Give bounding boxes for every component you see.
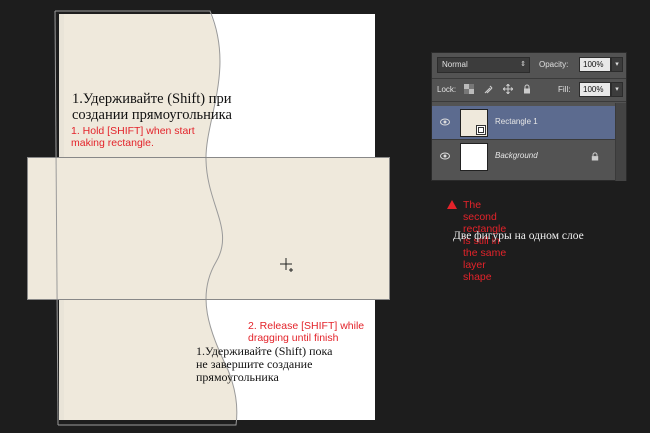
- fill-dropdown-icon[interactable]: ▾: [611, 82, 623, 97]
- lock-label: Lock:: [437, 85, 457, 94]
- opacity-input[interactable]: 100%: [579, 57, 611, 72]
- eye-visibility-icon[interactable]: [440, 152, 450, 160]
- lock-pixels-icon[interactable]: [484, 84, 494, 94]
- fill-input[interactable]: 100%: [579, 82, 611, 97]
- layer-name-background[interactable]: Background: [495, 151, 538, 160]
- lock-transparent-icon[interactable]: [464, 84, 474, 94]
- note-russian-text: Две фигуры на одном слое: [453, 230, 584, 242]
- blend-mode-select[interactable]: Normal ⇕: [437, 57, 530, 73]
- step2-russian-text: 1.Удерживайте (Shift) пока не завершите …: [196, 344, 333, 385]
- opacity-dropdown-icon[interactable]: ▾: [611, 57, 623, 72]
- warning-triangle-icon: [447, 200, 457, 209]
- lock-icon: [591, 152, 599, 161]
- step2-english-text: 2. Release [SHIFT] while dragging until …: [248, 320, 365, 345]
- fill-label: Fill:: [558, 85, 571, 94]
- layers-panel: Normal ⇕ Opacity: 100% ▾ Lock: Fill: 100…: [431, 52, 627, 181]
- layer-name-rectangle-1[interactable]: Rectangle 1: [495, 117, 538, 126]
- white-thumbnail-icon: [460, 143, 488, 171]
- blend-row: Normal ⇕ Opacity: 100% ▾: [432, 53, 626, 78]
- layer-row-rectangle-1[interactable]: Rectangle 1: [432, 106, 615, 139]
- shape-layer-thumbnail-icon: [460, 109, 488, 137]
- dropdown-arrows-icon: ⇕: [520, 61, 526, 68]
- lock-all-icon[interactable]: [522, 84, 532, 94]
- layer-row-background[interactable]: Background: [432, 140, 615, 173]
- step1-english-text: 1. Hold [SHIFT] when start making rectan…: [71, 125, 195, 150]
- step1-russian-text: 1.Удерживайте (Shift) при создании прямо…: [72, 91, 232, 123]
- opacity-label: Opacity:: [539, 60, 569, 69]
- blend-mode-value: Normal: [442, 60, 468, 69]
- eye-visibility-icon[interactable]: [440, 118, 450, 126]
- layers-scrollbar[interactable]: [615, 103, 626, 181]
- lock-position-icon[interactable]: [503, 84, 513, 94]
- shape-rectangle-2-right: [205, 157, 375, 299]
